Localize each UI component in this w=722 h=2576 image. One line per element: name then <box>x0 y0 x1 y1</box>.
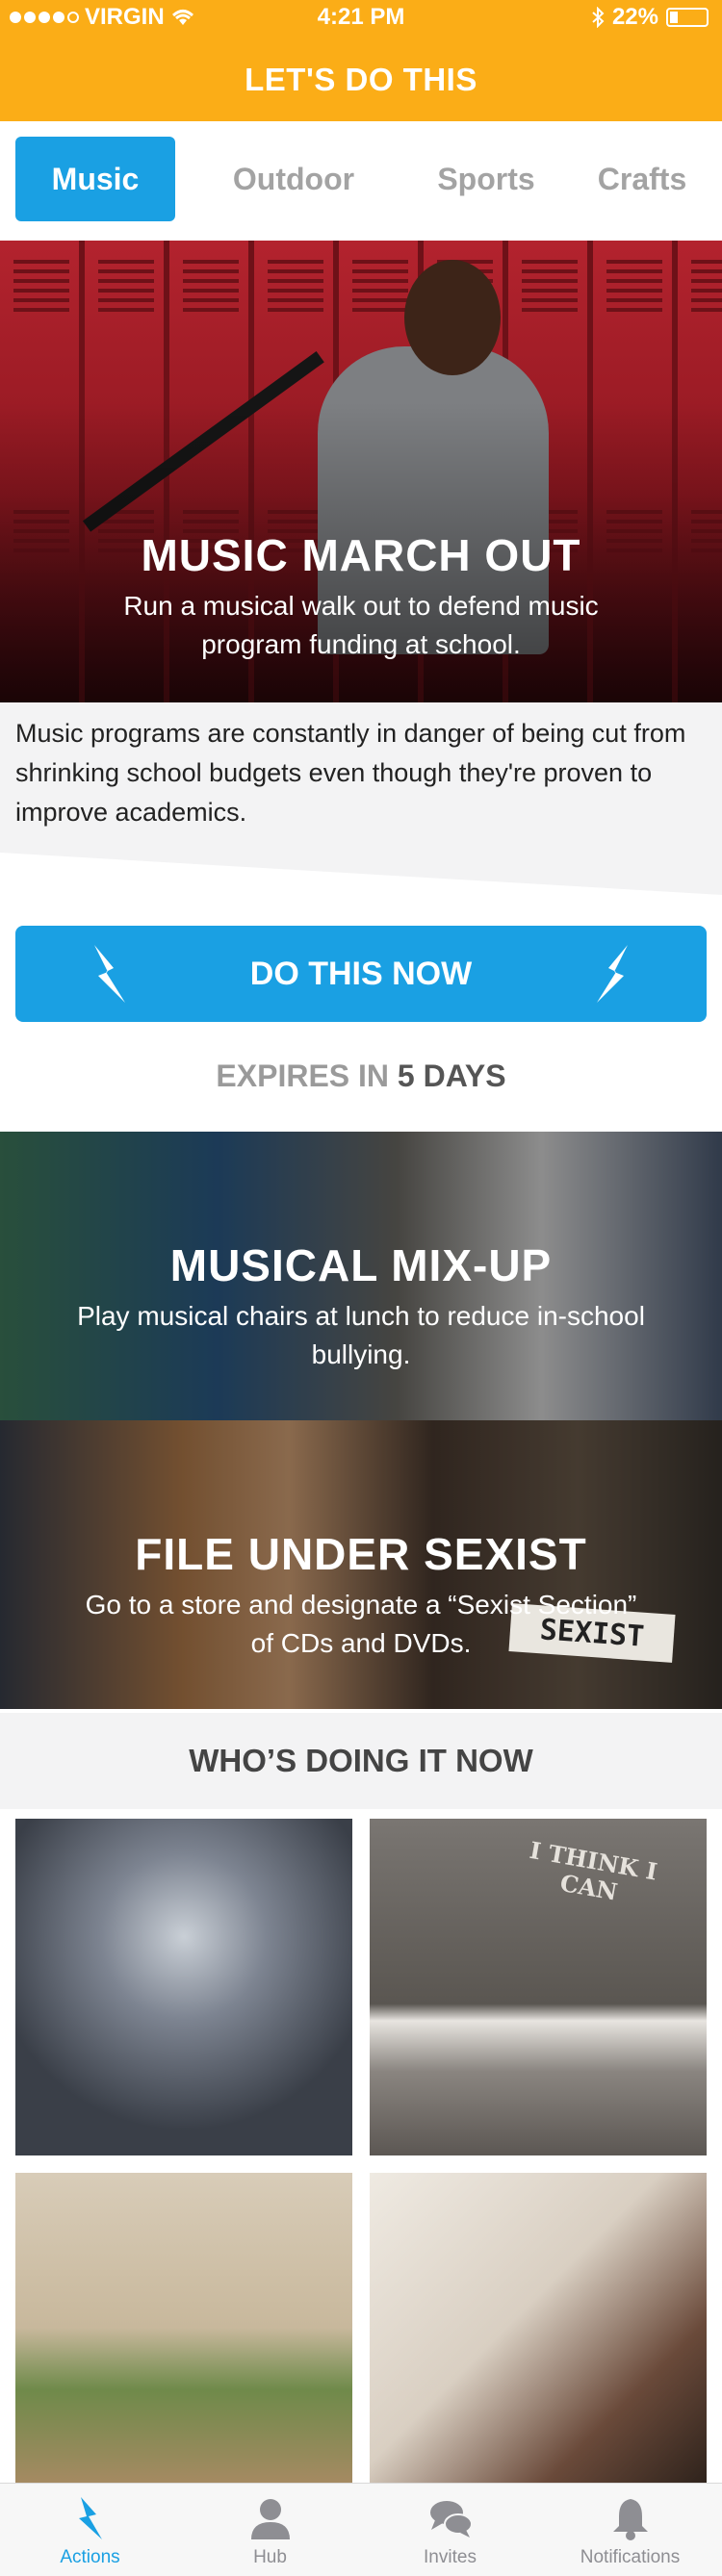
chat-bubbles-icon <box>430 2501 473 2538</box>
gallery-photo[interactable] <box>15 1819 352 2155</box>
tab-outdoor[interactable]: Outdoor <box>214 137 374 221</box>
bluetooth-icon <box>592 7 605 28</box>
battery-percent: 22% <box>611 4 658 30</box>
tab-crafts[interactable]: Crafts <box>562 137 722 221</box>
app-title: LET'S DO THIS <box>0 38 722 121</box>
cta-label: DO THIS NOW <box>249 955 473 992</box>
photo-gallery: I THINK I CAN <box>0 1809 722 2483</box>
lightning-bolt-icon <box>94 945 125 1003</box>
tab-notifications[interactable]: Notifications <box>540 2484 720 2576</box>
gallery-photo[interactable] <box>15 2173 352 2483</box>
bell-icon <box>613 2499 648 2540</box>
status-bar: VIRGIN 4:21 PM 22% <box>0 0 722 38</box>
card-subtitle: Play musical chairs at lunch to reduce i… <box>77 1301 645 1369</box>
cans-text: I THINK I CAN <box>528 1835 659 1906</box>
hero-subtitle: Run a musical walk out to defend music p… <box>123 591 599 659</box>
do-this-now-button[interactable]: DO THIS NOW <box>15 926 707 1022</box>
bottom-tab-bar: Actions Hub Invites Notifications <box>0 2483 722 2576</box>
related-action-card[interactable]: SEXIST FILE UNDER SEXIST Go to a store a… <box>0 1420 722 1709</box>
hero-title: MUSIC MARCH OUT <box>141 530 581 580</box>
tab-sports[interactable]: Sports <box>406 137 566 221</box>
card-subtitle: Go to a store and designate a “Sexist Se… <box>85 1590 637 1658</box>
expires-value: 5 DAYS <box>397 1058 506 1093</box>
whos-doing-heading: WHO’S DOING IT NOW <box>0 1713 722 1809</box>
person-icon <box>251 2499 290 2539</box>
related-action-card[interactable]: MUSICAL MIX-UP Play musical chairs at lu… <box>0 1132 722 1420</box>
tab-actions[interactable]: Actions <box>0 2484 180 2576</box>
hero-banner: MUSIC MARCH OUT Run a musical walk out t… <box>0 241 722 702</box>
status-right: 22% <box>591 4 709 31</box>
tab-invites[interactable]: Invites <box>360 2484 540 2576</box>
tab-hub[interactable]: Hub <box>180 2484 360 2576</box>
lightning-bolt-icon <box>597 945 628 1003</box>
expires-label: EXPIRES IN 5 DAYS <box>216 1058 506 1093</box>
gallery-photo[interactable]: I THINK I CAN <box>370 1819 707 2155</box>
battery-icon <box>666 8 709 27</box>
gallery-photo[interactable] <box>370 2173 707 2483</box>
tab-music[interactable]: Music <box>15 137 175 221</box>
card-title: FILE UNDER SEXIST <box>135 1529 587 1579</box>
category-tabs: Music Outdoor Sports Crafts <box>0 121 722 241</box>
card-title: MUSICAL MIX-UP <box>169 1240 553 1290</box>
lightning-bolt-icon <box>79 2497 102 2539</box>
action-description: Music programs are constantly in danger … <box>15 719 686 827</box>
